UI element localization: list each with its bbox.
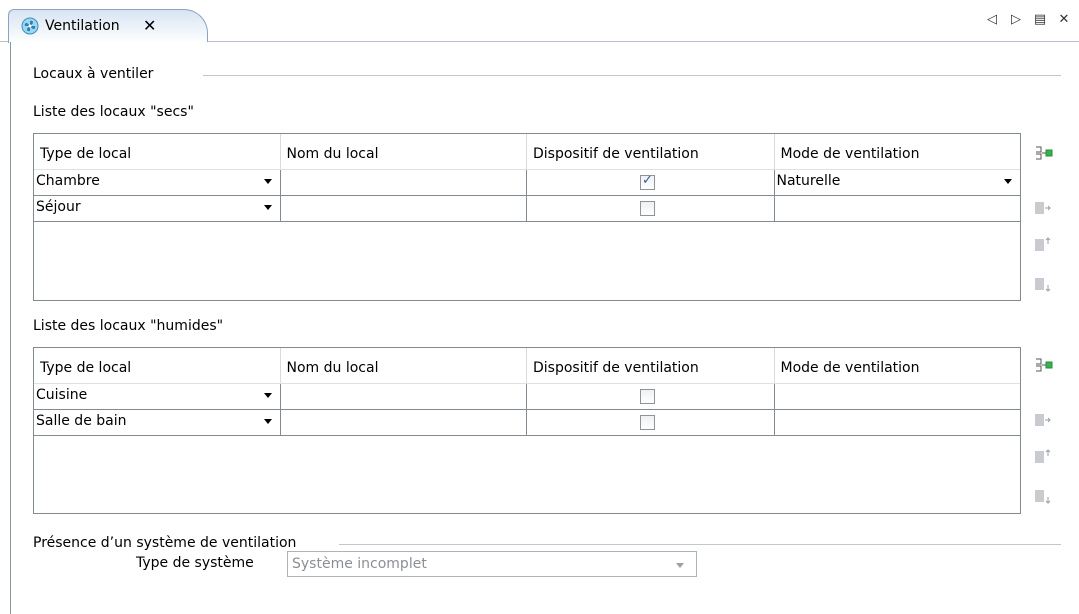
ventilation-panel: Locaux à ventiler Liste des locaux "secs… [10, 42, 1079, 614]
insert-row-icon[interactable] [1033, 410, 1053, 430]
dispositif-cell [527, 410, 775, 435]
dropdown-arrow-icon[interactable] [263, 419, 272, 424]
type-value: Salle de bain [36, 413, 127, 429]
type-dropdown[interactable]: Salle de bain [34, 410, 281, 435]
type-dropdown[interactable]: Chambre [34, 170, 281, 195]
dispositif-cell [527, 384, 775, 409]
column-header-dispositif[interactable]: Dispositif de ventilation [527, 348, 775, 383]
mode-cell[interactable] [775, 384, 1021, 409]
type-systeme-value: Système incomplet [292, 556, 427, 572]
mode-cell[interactable] [775, 196, 1021, 221]
tab-close-icon[interactable]: ✕ [143, 16, 156, 35]
dispositif-cell [527, 196, 775, 221]
move-up-icon[interactable] [1033, 447, 1053, 467]
secs-list-title: Liste des locaux "secs" [33, 104, 194, 120]
mode-cell[interactable] [775, 410, 1021, 435]
table-row[interactable]: Chambre Naturelle [34, 170, 1020, 196]
nom-cell[interactable] [281, 410, 527, 435]
move-down-icon[interactable] [1033, 486, 1053, 506]
insert-row-icon[interactable] [1033, 198, 1053, 218]
mode-dropdown[interactable]: Naturelle [775, 170, 1021, 195]
dropdown-arrow-icon[interactable] [263, 205, 272, 210]
column-header-dispositif[interactable]: Dispositif de ventilation [527, 134, 775, 169]
editor-tab-bar: Ventilation ✕ ◁ ▷ ▤ ✕ [0, 0, 1079, 43]
table-header: Type de local Nom du local Dispositif de… [34, 134, 1020, 170]
column-header-mode[interactable]: Mode de ventilation [775, 134, 1021, 169]
mode-value: Naturelle [776, 173, 841, 189]
type-value: Cuisine [36, 387, 88, 403]
column-header-type[interactable]: Type de local [34, 134, 281, 169]
move-down-icon[interactable] [1033, 274, 1053, 294]
dispositif-cell [527, 170, 775, 195]
nom-cell[interactable] [281, 384, 527, 409]
table-row[interactable]: Cuisine [34, 384, 1020, 410]
type-dropdown[interactable]: Cuisine [34, 384, 281, 409]
group-separator [339, 544, 1061, 545]
column-header-mode[interactable]: Mode de ventilation [775, 348, 1021, 383]
tab-ventilation[interactable]: Ventilation ✕ [8, 9, 208, 43]
dispositif-checkbox[interactable] [640, 389, 655, 404]
add-row-icon[interactable] [1033, 143, 1053, 163]
table-locaux-secs: Type de local Nom du local Dispositif de… [33, 133, 1021, 301]
type-dropdown[interactable]: Séjour [34, 196, 281, 221]
table-locaux-humides: Type de local Nom du local Dispositif de… [33, 347, 1021, 514]
move-up-icon[interactable] [1033, 235, 1053, 255]
add-row-icon[interactable] [1033, 355, 1053, 375]
table-header: Type de local Nom du local Dispositif de… [34, 348, 1020, 384]
column-header-type[interactable]: Type de local [34, 348, 281, 383]
dropdown-arrow-icon[interactable] [263, 393, 272, 398]
close-view-icon[interactable]: ✕ [1057, 12, 1071, 27]
nom-cell[interactable] [281, 170, 527, 195]
group-title-locaux: Locaux à ventiler [33, 66, 154, 82]
view-menu-icon[interactable]: ▤ [1033, 12, 1047, 27]
chevron-down-icon[interactable] [676, 563, 684, 568]
group-title-systeme: Présence d’un système de ventilation [33, 535, 297, 551]
dispositif-checkbox[interactable] [640, 415, 655, 430]
dispositif-checkbox[interactable] [640, 173, 655, 190]
view-toolbar: ◁ ▷ ▤ ✕ [985, 12, 1071, 27]
tab-title: Ventilation [45, 18, 120, 34]
type-systeme-label: Type de système [136, 555, 254, 571]
type-value: Séjour [36, 199, 81, 215]
dispositif-checkbox[interactable] [640, 201, 655, 216]
type-value: Chambre [36, 173, 100, 189]
humides-list-title: Liste des locaux "humides" [33, 318, 224, 334]
type-systeme-combo[interactable]: Système incomplet [287, 551, 697, 577]
next-icon[interactable]: ▷ [1009, 12, 1023, 27]
column-header-nom[interactable]: Nom du local [281, 348, 527, 383]
nom-cell[interactable] [281, 196, 527, 221]
previous-icon[interactable]: ◁ [985, 12, 999, 27]
dropdown-arrow-icon[interactable] [263, 179, 272, 184]
table-row[interactable]: Séjour [34, 196, 1020, 222]
ventilation-fan-icon [21, 17, 39, 35]
table-row[interactable]: Salle de bain [34, 410, 1020, 436]
dropdown-arrow-icon[interactable] [1004, 179, 1012, 184]
group-separator [203, 75, 1061, 76]
column-header-nom[interactable]: Nom du local [281, 134, 527, 169]
